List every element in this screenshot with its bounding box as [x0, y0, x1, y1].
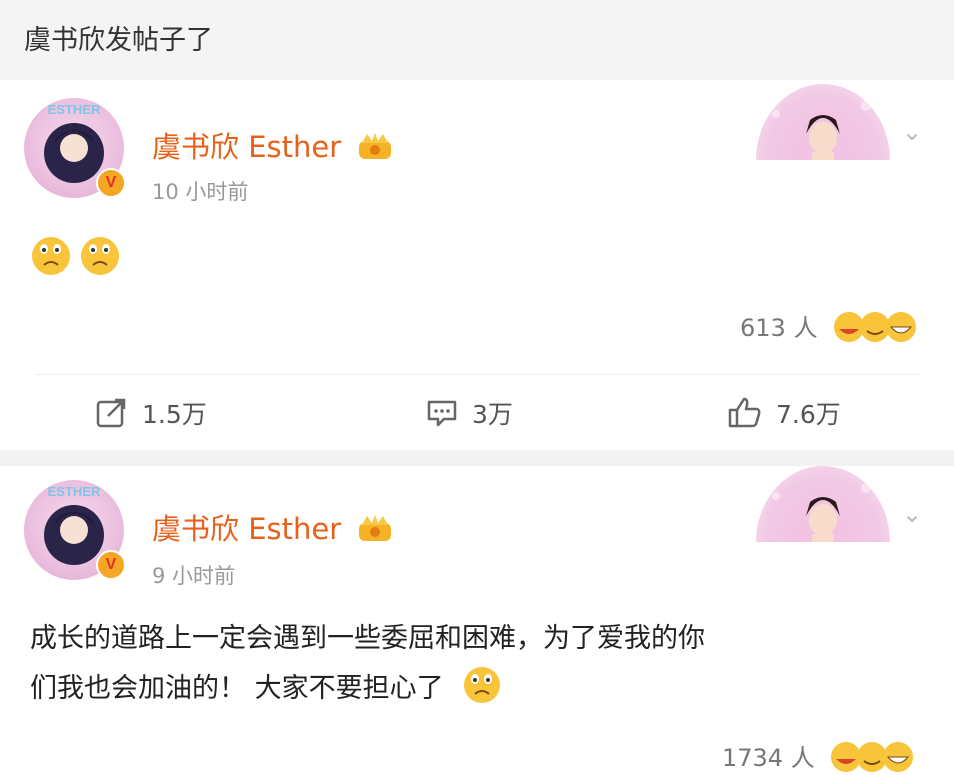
username-text[interactable]: 虞书欣 Esther: [152, 130, 341, 164]
post-text-line-2: 们我也会加油的！ 大家不要担心了: [30, 673, 444, 704]
comment-icon: [427, 400, 457, 427]
repost-count: 1.5万: [142, 400, 207, 429]
likers-count: 613 人: [740, 314, 818, 342]
action-bar: 1.5万 3万 7.6万: [34, 374, 920, 451]
post-time: 9 小时前: [152, 564, 236, 588]
post-text-line: 们我也会加油的！ 大家不要担心了: [30, 664, 930, 722]
sad-face-icon: [32, 237, 119, 275]
reaction-faces-icon: [834, 312, 917, 342]
verified-badge-icon: V: [96, 550, 126, 580]
like-count: 7.6万: [776, 400, 841, 429]
post-emojis: [30, 234, 126, 284]
likers-summary[interactable]: 1734 人: [722, 738, 920, 775]
post-card[interactable]: ESTHER V 虞书欣 Esther 9 小时前 ⌄ 成长的道路上一定会遇到一…: [0, 466, 954, 772]
verified-badge-icon: V: [96, 168, 126, 198]
comment-button[interactable]: 3万: [426, 395, 513, 431]
username[interactable]: 虞书欣 Esther: [152, 506, 394, 550]
username[interactable]: 虞书欣 Esther: [152, 124, 394, 168]
cover-image: [756, 84, 890, 160]
headline-text: 虞书欣发帖子了: [24, 25, 213, 56]
repost-icon: [96, 398, 126, 428]
crown-badge-icon: [356, 513, 394, 550]
username-text[interactable]: 虞书欣 Esther: [152, 512, 341, 546]
chevron-down-icon[interactable]: ⌄: [902, 118, 922, 146]
repost-button[interactable]: 1.5万: [96, 395, 207, 431]
avatar[interactable]: ESTHER V: [24, 480, 126, 580]
svg-text:ESTHER: ESTHER: [48, 102, 101, 117]
feed-headline: 虞书欣发帖子了: [0, 0, 954, 80]
avatar[interactable]: ESTHER V: [24, 98, 126, 198]
post-text: 成长的道路上一定会遇到一些委屈和困难，为了爱我的你 们我也会加油的！ 大家不要担…: [30, 614, 930, 722]
like-button[interactable]: 7.6万: [728, 395, 841, 431]
chevron-down-icon[interactable]: ⌄: [902, 500, 922, 528]
post-separator: [0, 450, 954, 466]
post-card[interactable]: ESTHER V 虞书欣 Esther 10 小时前 ⌄ 613 人 1.5万 …: [0, 84, 954, 450]
svg-text:ESTHER: ESTHER: [48, 484, 101, 499]
post-time: 10 小时前: [152, 180, 249, 204]
comment-count: 3万: [472, 400, 513, 429]
thumbs-up-icon: [728, 397, 761, 428]
crown-badge-icon: [356, 131, 394, 168]
sad-face-icon: [462, 665, 502, 722]
likers-count: 1734 人: [722, 744, 815, 772]
likers-summary[interactable]: 613 人: [740, 308, 923, 345]
post-text-line: 成长的道路上一定会遇到一些委屈和困难，为了爱我的你: [30, 623, 705, 654]
cover-image: [756, 466, 890, 542]
reaction-faces-icon: [831, 742, 914, 772]
